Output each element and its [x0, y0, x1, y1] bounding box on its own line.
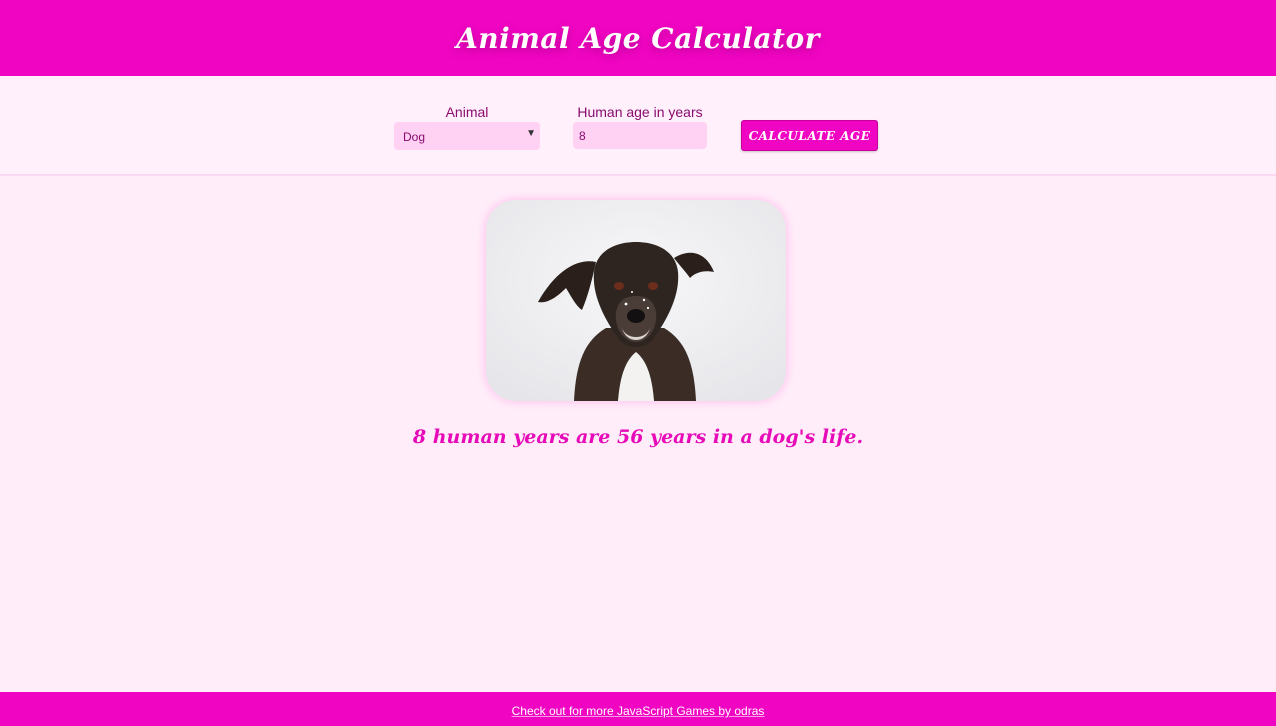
footer: Check out for more JavaScript Games by o…: [0, 692, 1276, 726]
app-header: Animal Age Calculator: [0, 0, 1276, 76]
animal-select-value: Dog: [403, 130, 426, 144]
age-field: Human age in years 8: [573, 104, 707, 149]
calculator-form: Animal Dog ▼ Human age in years 8 CALCUL…: [0, 76, 1276, 176]
animal-label: Animal: [445, 104, 489, 120]
calculate-age-button[interactable]: CALCULATE AGE: [741, 120, 878, 151]
age-label: Human age in years: [577, 104, 703, 120]
result-text: 8 human years are 56 years in a dog's li…: [412, 426, 864, 448]
animal-field: Animal Dog ▼: [394, 104, 540, 150]
dog-image: [486, 200, 786, 401]
page-title: Animal Age Calculator: [456, 21, 820, 55]
more-games-link[interactable]: Check out for more JavaScript Games by o…: [512, 704, 765, 718]
age-input[interactable]: 8: [573, 122, 707, 149]
animal-photo: [486, 200, 786, 401]
animal-select[interactable]: Dog ▼: [394, 122, 540, 150]
dropdown-arrow-icon: ▼: [526, 128, 536, 139]
